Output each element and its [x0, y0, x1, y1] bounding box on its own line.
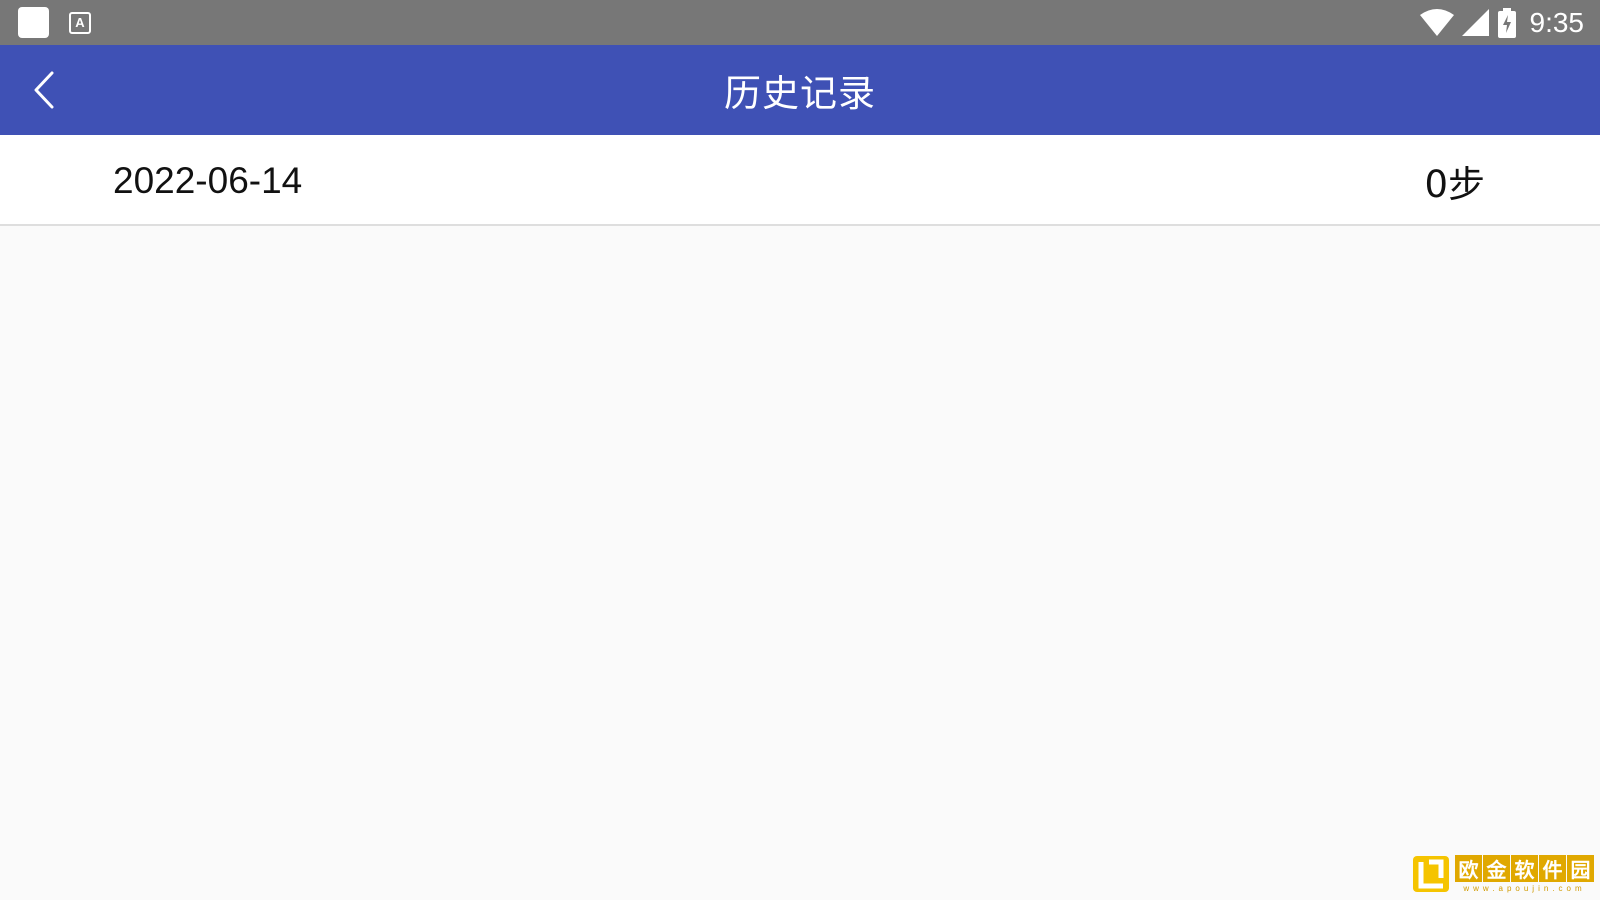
wifi-icon	[1419, 8, 1454, 36]
watermark-char: 园	[1567, 855, 1594, 882]
watermark-logo-icon	[1413, 856, 1449, 892]
watermark-char: 件	[1539, 855, 1566, 882]
keyboard-notification-icon: A	[69, 11, 91, 34]
battery-charging-icon	[1497, 7, 1516, 38]
app-bar: 历史记录	[0, 45, 1600, 135]
notification-icons: A	[18, 7, 91, 38]
back-button[interactable]	[20, 65, 70, 115]
cellular-signal-icon	[1461, 8, 1489, 36]
watermark: 欧 金 软 件 园 www.apoujin.com	[1411, 854, 1594, 894]
watermark-char: 金	[1483, 855, 1510, 882]
watermark-text: 欧 金 软 件 园 www.apoujin.com	[1455, 855, 1594, 893]
status-time: 9:35	[1529, 6, 1585, 38]
history-steps: 0步	[1424, 162, 1485, 206]
history-list: 2022-06-14 0步	[0, 135, 1600, 226]
chevron-left-icon	[34, 71, 54, 109]
status-bar: A 9:35	[0, 0, 1600, 45]
app-notification-icon	[18, 7, 49, 38]
watermark-char: 欧	[1455, 855, 1482, 882]
watermark-char: 软	[1511, 855, 1538, 882]
system-icons: 9:35	[1419, 6, 1585, 39]
history-row[interactable]: 2022-06-14 0步	[0, 135, 1600, 226]
page-title: 历史记录	[724, 72, 876, 115]
watermark-url: www.apoujin.com	[1463, 884, 1586, 893]
history-date: 2022-06-14	[113, 159, 303, 201]
